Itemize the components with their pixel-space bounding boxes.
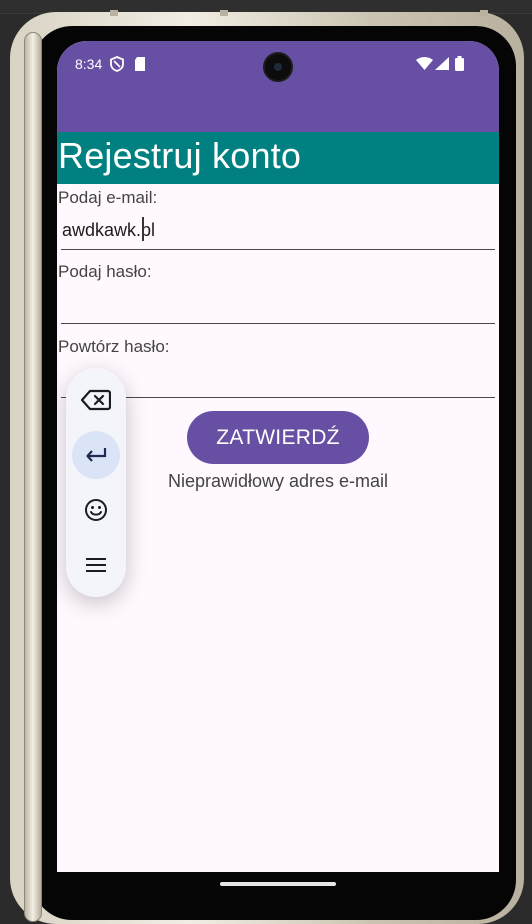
navigation-bar	[57, 872, 499, 902]
submit-button[interactable]: ZATWIERDŹ	[187, 411, 369, 464]
password-label: Podaj hasło:	[58, 262, 152, 281]
emoji-icon	[85, 499, 107, 521]
text-caret	[142, 217, 144, 241]
repeat-password-label: Powtórz hasło:	[58, 337, 170, 356]
wifi-icon	[416, 57, 433, 70]
backspace-icon	[81, 389, 111, 411]
app-bar: Rejestruj konto	[57, 132, 499, 184]
device-power-button	[518, 652, 524, 682]
enter-icon	[86, 448, 107, 462]
device-screen: 8:34 Rejestruj konto Podaj e-mail: awdka…	[57, 41, 499, 872]
backspace-button[interactable]	[72, 376, 120, 424]
sd-card-icon	[135, 57, 145, 71]
floating-keyboard-toolbar	[66, 368, 126, 597]
repeat-password-field[interactable]	[61, 362, 495, 398]
menu-button[interactable]	[72, 541, 120, 589]
menu-icon	[86, 558, 106, 572]
front-camera	[263, 52, 293, 82]
password-field[interactable]	[61, 288, 495, 324]
page-title: Rejestruj konto	[58, 135, 302, 176]
device-volume-button	[518, 297, 524, 377]
email-field[interactable]: awdkawk.pl	[61, 214, 495, 250]
device-hinge	[24, 32, 42, 922]
enter-button[interactable]	[72, 431, 120, 479]
shield-icon	[110, 56, 124, 72]
battery-icon	[455, 56, 464, 71]
emoji-button[interactable]	[72, 486, 120, 534]
status-time: 8:34	[75, 56, 103, 72]
device-side-button	[518, 227, 524, 247]
gesture-handle[interactable]	[220, 882, 336, 886]
email-label: Podaj e-mail:	[58, 188, 158, 207]
signal-icon	[435, 57, 449, 70]
status-bar: 8:34	[57, 41, 499, 132]
